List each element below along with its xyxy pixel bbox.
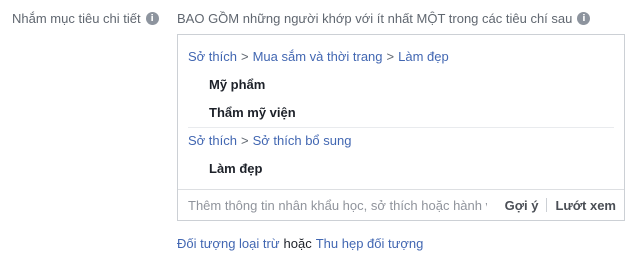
exclude-audience-link[interactable]: Đối tượng loại trừ	[177, 236, 280, 251]
or-text: hoặc	[283, 236, 312, 251]
search-row: Gợi ý Lướt xem	[178, 189, 624, 220]
group-divider	[188, 127, 614, 128]
include-criteria-text: BAO GỒM những người khớp với ít nhất MỘT…	[177, 11, 573, 26]
breadcrumb: Sở thích > Sở thích bổ sung	[188, 133, 351, 148]
narrow-audience-link[interactable]: Thu hẹp đối tượng	[316, 236, 424, 251]
browse-button[interactable]: Lướt xem	[547, 198, 624, 213]
include-criteria-title: BAO GỒM những người khớp với ít nhất MỘT…	[177, 11, 591, 26]
detailed-targeting-label: Nhắm mục tiêu chi tiết i	[12, 11, 159, 26]
targeting-item-beauty[interactable]: Làm đẹp	[209, 161, 262, 176]
suggestions-button[interactable]: Gợi ý	[497, 198, 547, 213]
detailed-targeting-text: Nhắm mục tiêu chi tiết	[12, 11, 141, 26]
breadcrumb-interests[interactable]: Sở thích	[188, 133, 237, 148]
breadcrumb-separator: >	[241, 133, 249, 148]
breadcrumb-shopping-fashion[interactable]: Mua sắm và thời trang	[253, 49, 383, 64]
breadcrumb-separator: >	[386, 49, 395, 64]
info-icon[interactable]: i	[577, 12, 591, 25]
targeting-box: Sở thích > Mua sắm và thời trang > Làm đẹp M…	[177, 34, 625, 221]
breadcrumb-additional-interests[interactable]: Sở thích bổ sung	[253, 133, 352, 148]
targeting-item-beauty-salons[interactable]: Thẩm mỹ viện	[209, 105, 296, 120]
breadcrumb-separator: >	[241, 49, 249, 64]
breadcrumb-beauty[interactable]: Làm đẹp	[398, 49, 449, 64]
info-icon[interactable]: i	[145, 12, 159, 25]
breadcrumb-interests[interactable]: Sở thích	[188, 49, 237, 64]
breadcrumb: Sở thích > Mua sắm và thời trang > Làm đẹp	[188, 49, 449, 64]
footer-links: Đối tượng loại trừ hoặc Thu hẹp đối tượng	[177, 236, 423, 251]
search-input[interactable]	[178, 191, 497, 219]
targeting-item-cosmetics[interactable]: Mỹ phẩm	[209, 77, 265, 92]
